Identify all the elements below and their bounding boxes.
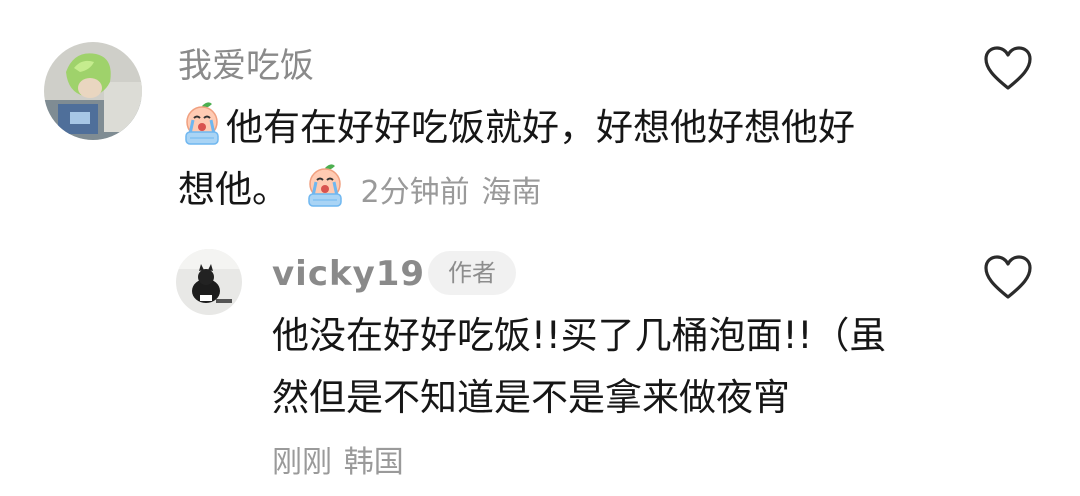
- comment-timestamp: 2分钟前: [360, 175, 470, 210]
- comment-username[interactable]: 我爱吃饭: [178, 46, 314, 86]
- avatar[interactable]: [44, 42, 142, 140]
- author-badge: 作者: [428, 251, 516, 295]
- comment-text-line1: 他有在好好吃饭就好，好想他好想他好: [226, 106, 855, 149]
- reply-location: 韩国: [343, 445, 404, 480]
- comment-location: 海南: [481, 175, 542, 210]
- avatar[interactable]: [176, 249, 242, 315]
- crying-peach-emoji-icon: [301, 162, 349, 210]
- reply-timestamp: 刚刚: [272, 445, 332, 480]
- comment-line: 想他。 2分钟前 海南: [178, 157, 541, 226]
- crying-peach-emoji-icon: [178, 100, 226, 148]
- reply-meta: 刚刚 韩国: [272, 427, 404, 496]
- comment-line: 他有在好好吃饭就好，好想他好想他好: [178, 95, 855, 161]
- heart-outline-icon[interactable]: [983, 46, 1033, 92]
- reply-username[interactable]: vicky19: [272, 254, 425, 294]
- heart-outline-icon[interactable]: [983, 255, 1033, 301]
- reply-line: 他没在好好吃饭!!买了几桶泡面!!（虽: [272, 314, 887, 357]
- reply-line: 然但是不知道是不是拿来做夜宵: [272, 376, 790, 419]
- comment-text-line2: 想他。: [178, 168, 289, 211]
